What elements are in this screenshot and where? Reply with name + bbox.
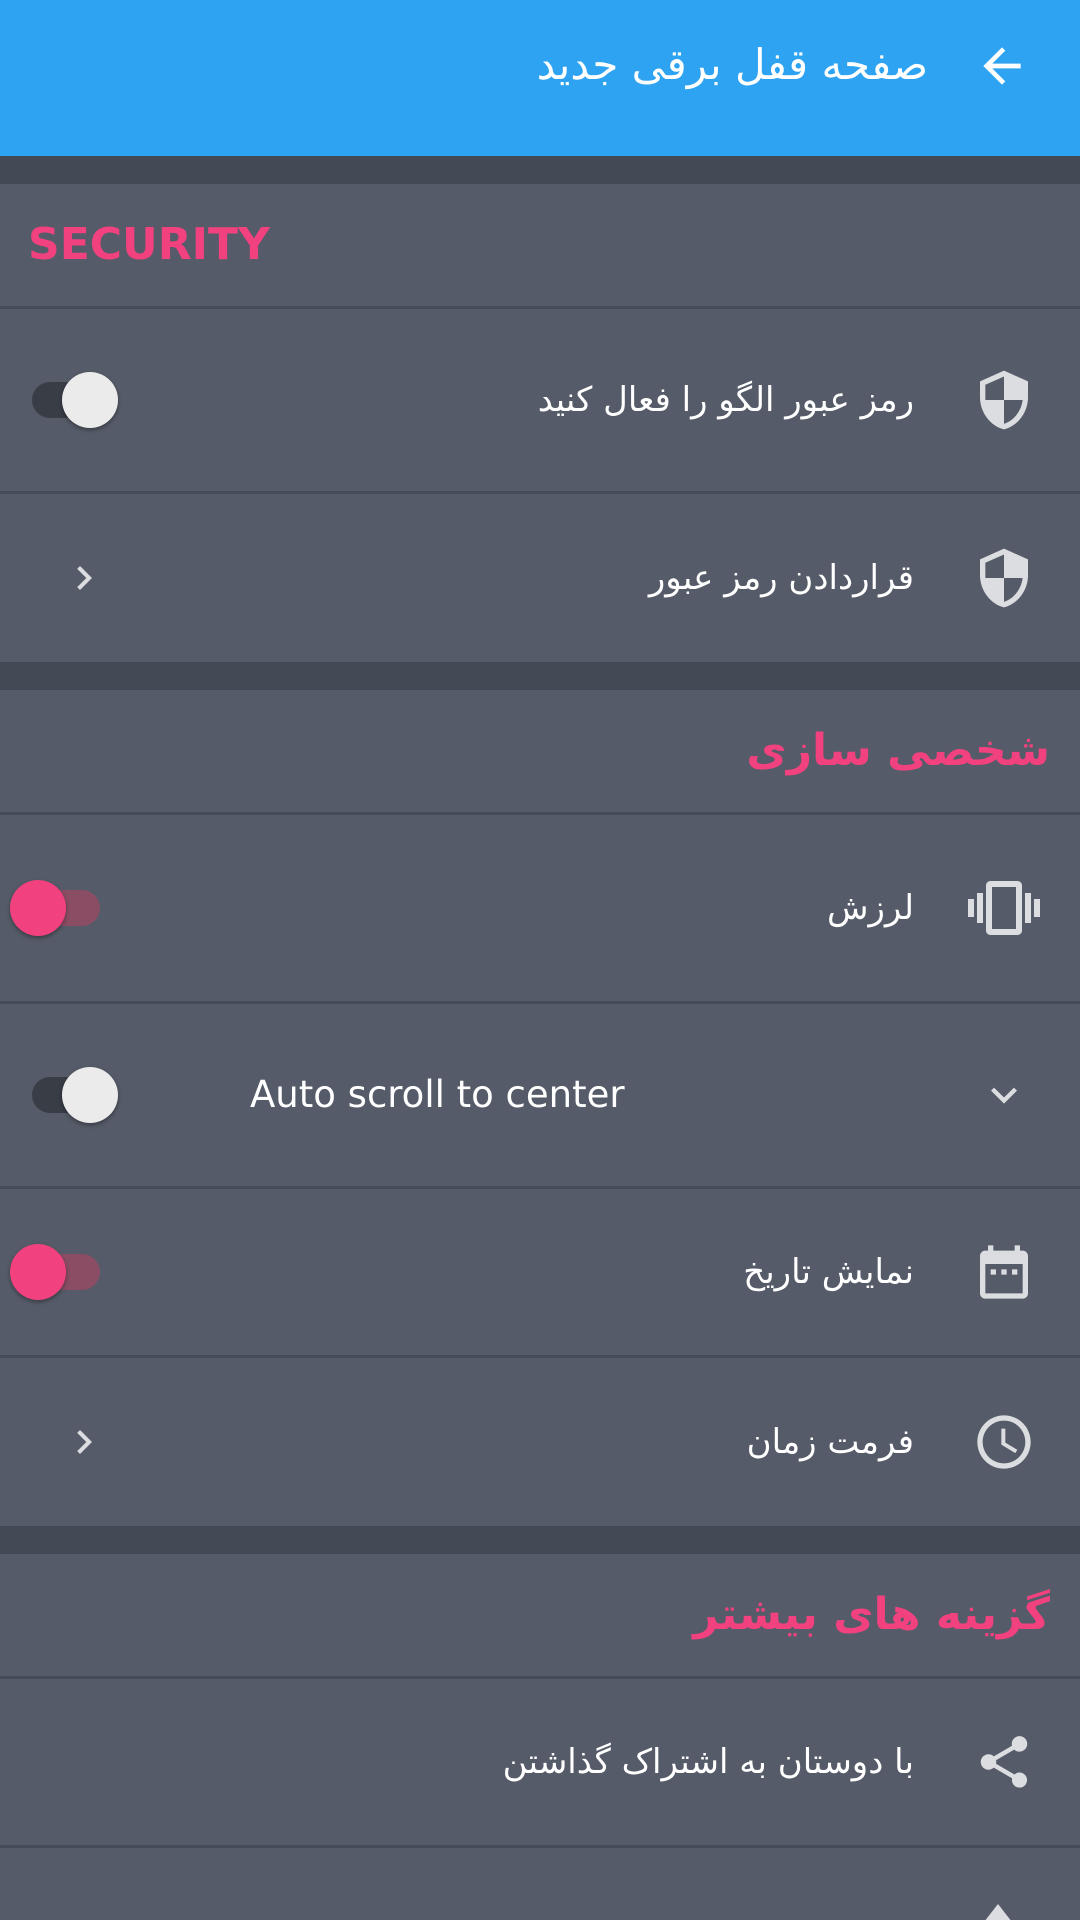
- setting-label: فرمت زمان: [746, 1422, 914, 1462]
- setting-next-partial[interactable]: [0, 1848, 1080, 1920]
- show-date-toggle[interactable]: [10, 1244, 102, 1300]
- setting-label: Auto scroll to center: [250, 1073, 625, 1116]
- section-header-more-options: گزینه های بیشتر: [693, 1589, 1050, 1640]
- setting-auto-scroll[interactable]: Auto scroll to center: [0, 1004, 1080, 1186]
- shield-icon: [968, 542, 1040, 614]
- rate-icon: [984, 1904, 1012, 1920]
- setting-label: قراردادن رمز عبور: [648, 558, 914, 598]
- section-header-personalization: شخصی سازی: [746, 725, 1050, 776]
- vibration-icon: [968, 872, 1040, 944]
- calendar-icon: [968, 1236, 1040, 1308]
- setting-label: با دوستان به اشتراک گذاشتن: [502, 1742, 914, 1782]
- arrow-back-icon[interactable]: [966, 30, 1038, 102]
- section-header-security: SECURITY: [28, 219, 270, 270]
- setting-label: لرزش: [826, 888, 914, 928]
- app-bar: صفحه قفل برقی جدید: [0, 0, 1080, 156]
- setting-show-date[interactable]: نمایش تاریخ: [0, 1189, 1080, 1355]
- section-separator: [0, 1526, 1080, 1554]
- auto-scroll-toggle[interactable]: [26, 1067, 118, 1123]
- chevron-down-icon: [968, 1059, 1040, 1131]
- setting-time-format[interactable]: فرمت زمان: [0, 1358, 1080, 1526]
- page-title: صفحه قفل برقی جدید: [536, 40, 928, 89]
- chevron-right-icon: [60, 1418, 108, 1466]
- setting-share[interactable]: با دوستان به اشتراک گذاشتن: [0, 1679, 1080, 1845]
- setting-label: رمز عبور الگو را فعال کنید: [537, 380, 914, 420]
- shield-icon: [968, 364, 1040, 436]
- chevron-right-icon: [60, 554, 108, 602]
- clock-icon: [968, 1406, 1040, 1478]
- setting-pattern-password[interactable]: رمز عبور الگو را فعال کنید: [0, 309, 1080, 491]
- vibration-toggle[interactable]: [10, 880, 102, 936]
- setting-set-password[interactable]: قراردادن رمز عبور: [0, 494, 1080, 662]
- section-separator: [0, 156, 1080, 184]
- share-icon: [968, 1726, 1040, 1798]
- pattern-password-toggle[interactable]: [26, 372, 118, 428]
- setting-vibration[interactable]: لرزش: [0, 815, 1080, 1001]
- setting-label: نمایش تاریخ: [743, 1252, 914, 1292]
- section-separator: [0, 662, 1080, 690]
